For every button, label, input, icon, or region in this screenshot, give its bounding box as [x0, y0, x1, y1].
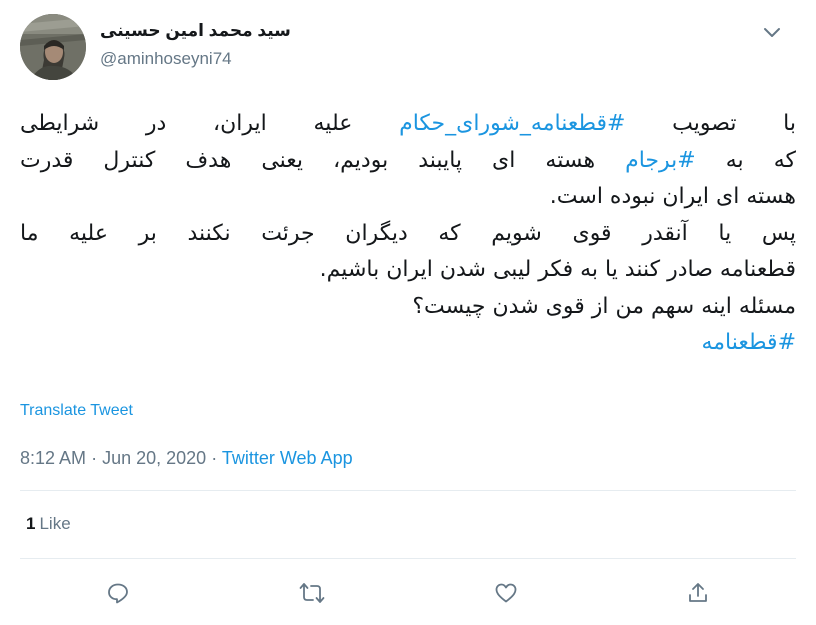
reply-button[interactable]	[98, 573, 138, 613]
tweet-line: پس یا آنقدر قوی شویم که دیگران جرئت نکنن…	[20, 220, 796, 246]
tweet-line: که به #برجام هسته ای پایبند بودیم، یعنی …	[20, 143, 796, 180]
meta-separator: ·	[91, 448, 98, 468]
hashtag-link[interactable]: #برجام	[625, 148, 696, 173]
tweet-line: با تصویب #قطعنامه_شورای_حکام علیه ایران،…	[20, 106, 796, 143]
share-icon	[689, 583, 707, 602]
share-button[interactable]	[678, 573, 718, 613]
chevron-down-icon[interactable]	[760, 20, 784, 44]
tweet-source-link[interactable]: Twitter Web App	[222, 448, 353, 468]
tweet-text-segment: هسته ای پایبند بودیم، یعنی هدف کنترل قدر…	[20, 147, 626, 173]
divider	[20, 490, 796, 491]
hashtag-link[interactable]: #قطعنامه_شورای_حکام	[399, 111, 625, 136]
tweet-header: سید محمد امین حسینی @aminhoseyni74	[20, 14, 800, 80]
tweet-time[interactable]: 8:12 AM	[20, 448, 86, 468]
tweet-text-segment: علیه ایران، در شرایطی	[20, 111, 400, 136]
like-button[interactable]	[486, 573, 526, 613]
tweet-meta: 8:12 AM · Jun 20, 2020 · Twitter Web App	[20, 448, 353, 469]
tweet-date[interactable]: Jun 20, 2020	[102, 448, 206, 468]
divider	[20, 558, 796, 559]
tweet-line: مسئله اینه سهم من از قوی شدن چیست؟	[412, 293, 796, 319]
reply-icon	[108, 583, 128, 604]
avatar[interactable]	[20, 14, 86, 80]
likes-stat[interactable]: 1 Like	[26, 514, 71, 534]
tweet-text-segment: که به	[695, 147, 796, 173]
translate-tweet-link[interactable]: Translate Tweet	[20, 402, 133, 420]
tweet-line: هسته ای ایران نبوده است.	[549, 184, 796, 209]
heart-icon	[495, 583, 517, 603]
display-name[interactable]: سید محمد امین حسینی	[100, 20, 291, 42]
meta-separator: ·	[211, 448, 218, 468]
tweet-text: با تصویب #قطعنامه_شورای_حکام علیه ایران،…	[20, 106, 796, 362]
likes-count: 1	[26, 514, 36, 533]
hashtag-link[interactable]: #قطعنامه	[701, 330, 796, 355]
retweet-button[interactable]	[292, 573, 332, 613]
user-handle[interactable]: @aminhoseyni74	[100, 48, 291, 70]
tweet-actions	[0, 573, 816, 613]
tweet-line: قطعنامه صادر کنند یا به فکر لیبی شدن ایر…	[319, 257, 796, 282]
tweet-text-segment: با تصویب	[625, 111, 796, 136]
retweet-icon	[299, 583, 325, 603]
tweet-line: #قطعنامه	[20, 325, 796, 362]
likes-label: Like	[39, 514, 71, 533]
